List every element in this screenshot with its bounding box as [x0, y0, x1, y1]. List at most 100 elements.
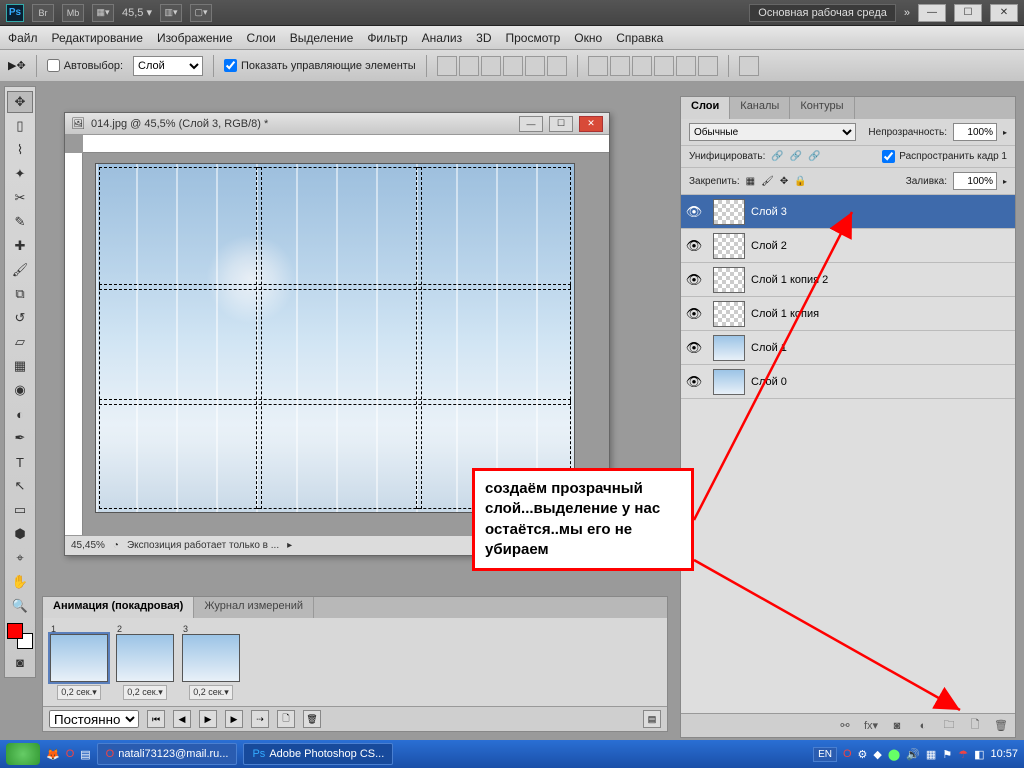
layer-name[interactable]: Слой 2	[751, 240, 1015, 252]
maximize-button[interactable]: ☐	[954, 4, 982, 22]
frame-thumbnail[interactable]	[116, 634, 174, 682]
propagate-checkbox[interactable]: Распространить кадр 1	[882, 150, 1007, 163]
layer-name[interactable]: Слой 1 копия 2	[751, 274, 1015, 286]
first-frame-btn[interactable]: ⏮	[147, 710, 165, 728]
zoom-tool[interactable]: 🔍	[7, 595, 33, 617]
layer-name[interactable]: Слой 1 копия	[751, 308, 1015, 320]
start-button[interactable]	[6, 743, 40, 765]
arrange-docs-button[interactable]: ▥▾	[160, 4, 182, 22]
tray-icon[interactable]: ▦	[926, 748, 936, 761]
frame-delay[interactable]: 0,2 сек.▾	[123, 685, 166, 700]
link-layers-icon[interactable]: ⚯	[837, 718, 853, 734]
animation-frame[interactable]: 30,2 сек.▾	[181, 624, 241, 700]
dodge-tool[interactable]: ◐	[7, 403, 33, 425]
blend-mode-select[interactable]: Обычные	[689, 123, 856, 141]
layer-name[interactable]: Слой 1	[751, 342, 1015, 354]
opacity-slider-icon[interactable]: ▸	[1003, 128, 1007, 137]
layer-row[interactable]: 👁Слой 0	[681, 365, 1015, 399]
menu-analysis[interactable]: Анализ	[422, 31, 463, 45]
layer-thumbnail[interactable]	[713, 267, 745, 293]
workspace-more[interactable]: »	[904, 7, 910, 19]
tab-layers[interactable]: Слои	[681, 97, 730, 119]
align-btn[interactable]	[459, 56, 479, 76]
distribute-btn[interactable]	[698, 56, 718, 76]
visibility-icon[interactable]: 👁	[681, 340, 707, 356]
layer-thumbnail[interactable]	[713, 369, 745, 395]
frame-thumbnail[interactable]	[50, 634, 108, 682]
tray-icon[interactable]: ⚑	[942, 748, 952, 761]
layer-thumbnail[interactable]	[713, 199, 745, 225]
doc-maximize[interactable]: ☐	[549, 116, 573, 132]
3d-tool[interactable]: ⬢	[7, 523, 33, 545]
tab-measurements[interactable]: Журнал измерений	[194, 597, 314, 618]
marquee-tool[interactable]: ▯	[7, 115, 33, 137]
unify-icon[interactable]: 🔗	[790, 151, 802, 162]
layer-row[interactable]: 👁 Слой 2	[681, 229, 1015, 263]
history-brush-tool[interactable]: ↺	[7, 307, 33, 329]
tray-icon[interactable]: O	[843, 748, 852, 760]
new-layer-icon[interactable]: 🗋	[967, 718, 983, 734]
shape-tool[interactable]: ▭	[7, 499, 33, 521]
clock[interactable]: 10:57	[990, 748, 1018, 760]
task-photoshop[interactable]: PsAdobe Photoshop CS...	[243, 743, 393, 765]
next-frame-btn[interactable]: ▶	[225, 710, 243, 728]
screen-mode-button[interactable]: ▢▾	[190, 4, 212, 22]
gradient-tool[interactable]: ▦	[7, 355, 33, 377]
crop-tool[interactable]: ✂	[7, 187, 33, 209]
heal-tool[interactable]: ✚	[7, 235, 33, 257]
quicklaunch-icon[interactable]: ▤	[80, 748, 90, 761]
tray-antivirus-icon[interactable]: ☂	[958, 748, 968, 761]
pen-tool[interactable]: ✒	[7, 427, 33, 449]
autoselect-target[interactable]: Слой	[133, 56, 203, 76]
brush-tool[interactable]: 🖌	[7, 259, 33, 281]
doc-minimize[interactable]: —	[519, 116, 543, 132]
visibility-icon[interactable]: 👁	[681, 272, 707, 288]
layer-row[interactable]: 👁 Слой 1 копия 2	[681, 263, 1015, 297]
align-btn[interactable]	[525, 56, 545, 76]
frame-delay[interactable]: 0,2 сек.▾	[189, 685, 232, 700]
layer-thumbnail[interactable]	[713, 335, 745, 361]
trash-icon[interactable]: 🗑	[993, 718, 1009, 734]
layer-row[interactable]: 👁 Слой 1	[681, 331, 1015, 365]
quicklaunch-icon[interactable]: O	[66, 748, 75, 760]
fx-icon[interactable]: fx▾	[863, 718, 879, 734]
fill-input[interactable]	[953, 172, 997, 190]
play-btn[interactable]: ▶	[199, 710, 217, 728]
adjustment-icon[interactable]: ◐	[915, 718, 931, 734]
mask-icon[interactable]: ◙	[889, 718, 905, 734]
autoalign-btn[interactable]	[739, 56, 759, 76]
tray-icon[interactable]: ◆	[873, 748, 881, 761]
tray-icon[interactable]: ⬤	[888, 748, 900, 761]
menu-help[interactable]: Справка	[616, 31, 663, 45]
menu-layers[interactable]: Слои	[247, 31, 276, 45]
group-icon[interactable]: 🗀	[941, 718, 957, 734]
type-tool[interactable]: T	[7, 451, 33, 473]
close-app-button[interactable]: ✕	[990, 4, 1018, 22]
layer-name[interactable]: Слой 0	[751, 376, 1015, 388]
hand-tool[interactable]: ✋	[7, 571, 33, 593]
duplicate-frame-btn[interactable]: 🗋	[277, 710, 295, 728]
tray-icon[interactable]: ⚙	[858, 748, 868, 761]
align-btn[interactable]	[437, 56, 457, 76]
animation-frame[interactable]: 20,2 сек.▾	[115, 624, 175, 700]
move-tool[interactable]: ✥	[7, 91, 33, 113]
language-indicator[interactable]: EN	[813, 747, 837, 762]
view-extras-button[interactable]: ▦▾	[92, 4, 114, 22]
lock-transparent-icon[interactable]: ▦	[746, 176, 755, 187]
visibility-icon[interactable]: 👁	[681, 238, 707, 254]
align-btn[interactable]	[547, 56, 567, 76]
wand-tool[interactable]: ✦	[7, 163, 33, 185]
layer-thumbnail[interactable]	[713, 301, 745, 327]
menu-select[interactable]: Выделение	[290, 31, 354, 45]
align-btn[interactable]	[481, 56, 501, 76]
tab-animation[interactable]: Анимация (покадровая)	[43, 597, 194, 618]
opacity-input[interactable]	[953, 123, 997, 141]
workspace-switcher[interactable]: Основная рабочая среда	[749, 4, 896, 22]
loop-select[interactable]: Постоянно	[49, 710, 139, 728]
bridge-button[interactable]: Br	[32, 4, 54, 22]
layer-row[interactable]: 👁Слой 3	[681, 195, 1015, 229]
layer-thumbnail[interactable]	[713, 233, 745, 259]
eyedropper-tool[interactable]: ✎	[7, 211, 33, 233]
align-btn[interactable]	[503, 56, 523, 76]
lock-all-icon[interactable]: 🔒	[794, 176, 806, 187]
